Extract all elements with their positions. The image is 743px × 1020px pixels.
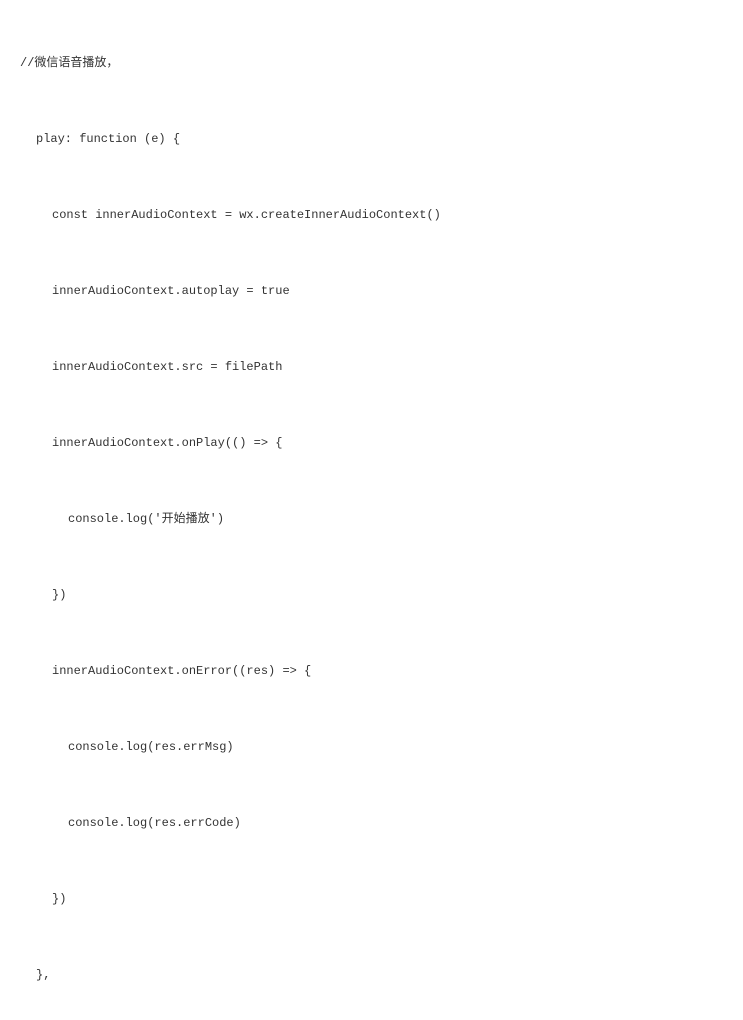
- code-line: innerAudioContext.onError((res) => {: [20, 662, 723, 680]
- code-line: play: function (e) {: [20, 130, 723, 148]
- code-line: innerAudioContext.autoplay = true: [20, 282, 723, 300]
- code-line: console.log(res.errMsg): [20, 738, 723, 756]
- code-line: console.log(res.errCode): [20, 814, 723, 832]
- code-line: }): [20, 586, 723, 604]
- code-line: innerAudioContext.src = filePath: [20, 358, 723, 376]
- code-line: },: [20, 966, 723, 984]
- code-line: }): [20, 890, 723, 908]
- code-block: //微信语音播放， play: function (e) { const inn…: [20, 18, 723, 1002]
- code-line: innerAudioContext.onPlay(() => {: [20, 434, 723, 452]
- code-line: //微信语音播放，: [20, 54, 723, 72]
- code-line: const innerAudioContext = wx.createInner…: [20, 206, 723, 224]
- code-line: console.log('开始播放'): [20, 510, 723, 528]
